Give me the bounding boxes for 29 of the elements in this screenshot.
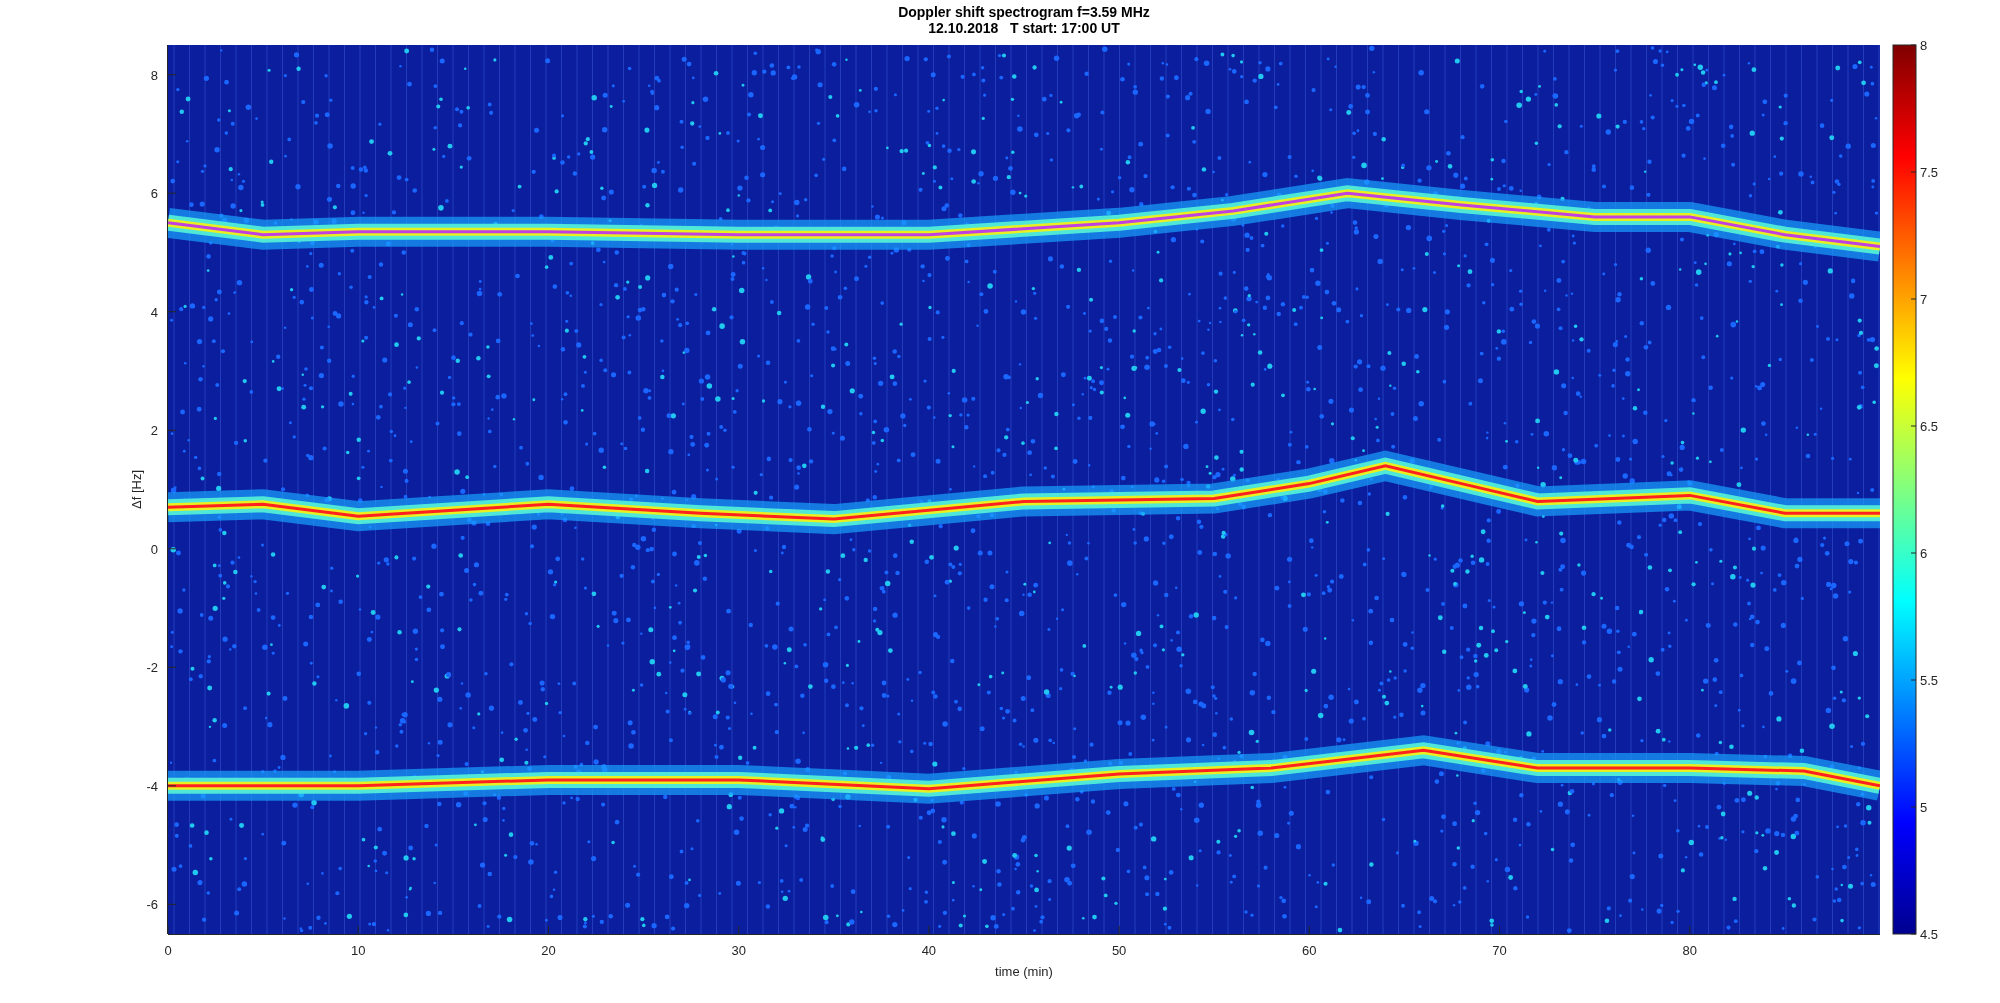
y-tick-label: 6 bbox=[150, 186, 158, 202]
y-tick-label: 8 bbox=[150, 67, 158, 83]
x-tick-label: 30 bbox=[731, 943, 746, 958]
colorbar-tick-label: 5.5 bbox=[1920, 673, 1939, 688]
y-tick-label: -6 bbox=[146, 897, 158, 913]
y-tick-label: -4 bbox=[146, 778, 158, 794]
plot-title: 12.10.2018 T start: 17:00 UT bbox=[928, 20, 1120, 36]
colorbar-tick-label: 6.5 bbox=[1920, 419, 1939, 434]
y-tick-label: 0 bbox=[150, 541, 158, 557]
x-tick-label: 0 bbox=[164, 943, 172, 958]
plot-title: Doppler shift spectrogram f=3.59 MHz bbox=[898, 4, 1150, 20]
x-tick-label: 20 bbox=[541, 943, 556, 958]
y-axis-label: Δf [Hz] bbox=[129, 470, 144, 509]
x-tick-label: 80 bbox=[1682, 943, 1697, 958]
y-tick-label: 4 bbox=[150, 304, 158, 320]
x-tick-label: 70 bbox=[1492, 943, 1507, 958]
x-tick-label: 60 bbox=[1302, 943, 1317, 958]
colorbar-tick-label: 7.5 bbox=[1920, 165, 1939, 180]
colorbar-tick-label: 8 bbox=[1920, 38, 1928, 53]
y-tick-label: -2 bbox=[146, 660, 158, 676]
x-axis-label: time (min) bbox=[995, 964, 1053, 979]
colorbar-tick-label: 7 bbox=[1920, 292, 1928, 307]
colorbar-tick-label: 5 bbox=[1920, 800, 1928, 815]
x-tick-label: 40 bbox=[921, 943, 937, 958]
x-tick-label: 50 bbox=[1111, 943, 1127, 958]
y-tick-label: 2 bbox=[150, 423, 158, 439]
colorbar-tick-label: 6 bbox=[1920, 546, 1928, 561]
colorbar-tick-label: 4.5 bbox=[1920, 927, 1939, 942]
x-tick-label: 10 bbox=[351, 943, 366, 958]
